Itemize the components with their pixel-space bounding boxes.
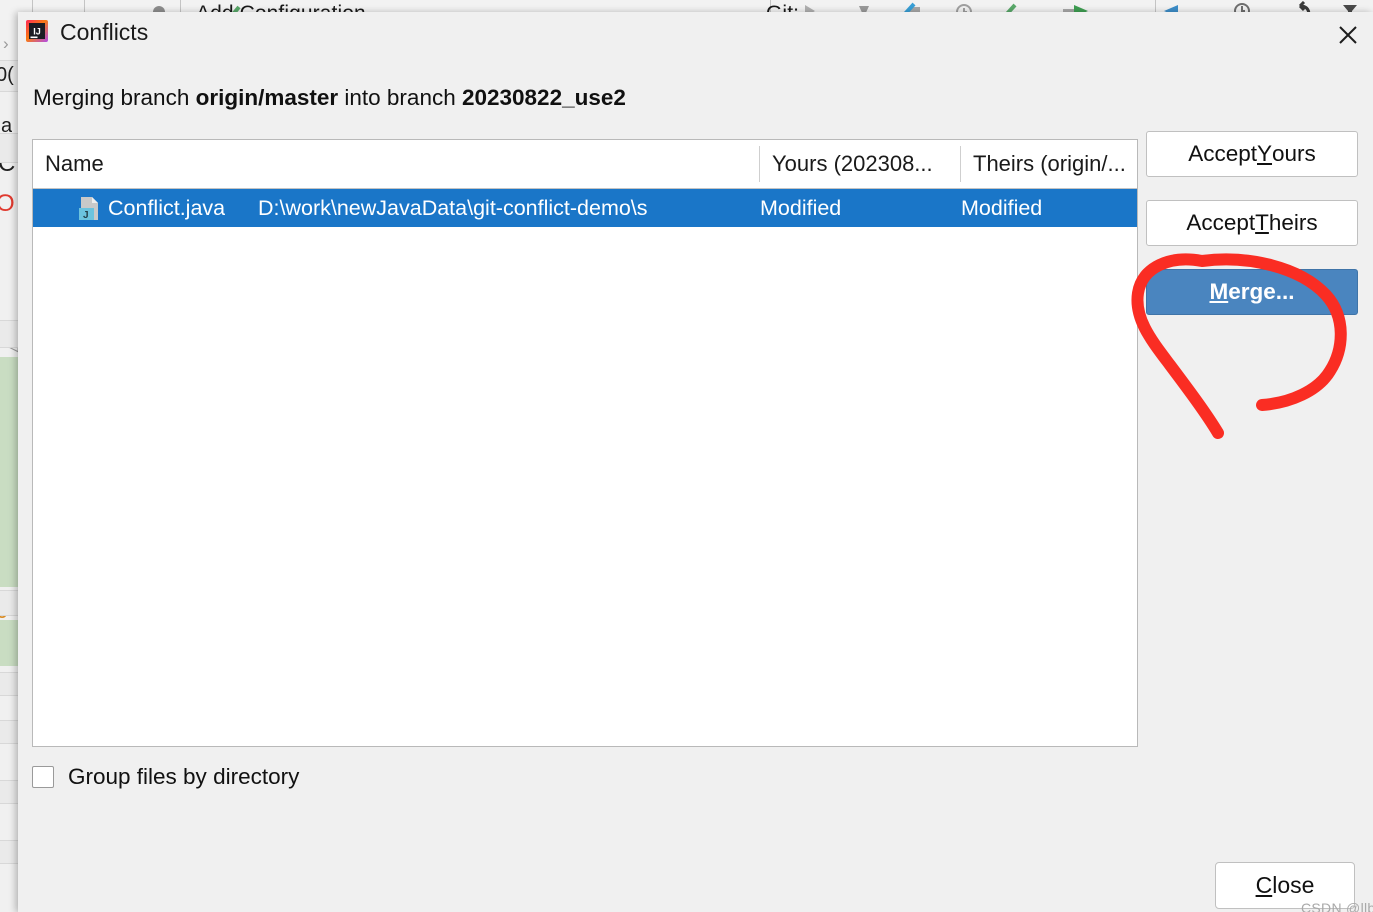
accept-theirs-mnemonic: T: [1255, 210, 1269, 236]
group-files-label: Group files by directory: [68, 764, 299, 790]
svg-text:J: J: [83, 210, 89, 220]
merge-description: Merging branch origin/master into branch…: [33, 85, 626, 111]
java-file-icon: J: [79, 197, 100, 220]
screen: Add Configuration Git:: [0, 0, 1373, 912]
cell-file-name: Conflict.java: [108, 189, 225, 227]
accept-yours-button[interactable]: Accept Yours: [1146, 131, 1358, 177]
dialog-titlebar: IJ Conflicts: [18, 12, 1373, 60]
merge-description-middle: into branch: [338, 85, 462, 110]
merge-mnemonic: M: [1209, 279, 1228, 305]
accept-theirs-button[interactable]: Accept Theirs: [1146, 200, 1358, 246]
merge-button[interactable]: Merge...: [1146, 269, 1358, 315]
column-header-name[interactable]: Name: [33, 140, 759, 188]
table-header-row: Name Yours (202308... Theirs (origin/...: [33, 140, 1137, 189]
accept-yours-label-after: ours: [1272, 141, 1316, 167]
cell-file-path: D:\work\newJavaData\git-conflict-demo\s: [258, 189, 648, 227]
source-branch-name: origin/master: [196, 85, 339, 110]
editor-text-fragment: 0(: [0, 64, 14, 87]
group-files-by-directory-option[interactable]: Group files by directory: [32, 764, 299, 790]
svg-text:IJ: IJ: [33, 27, 41, 37]
conflicts-table[interactable]: Name Yours (202308... Theirs (origin/...…: [32, 139, 1138, 747]
intellij-idea-icon: IJ: [26, 20, 48, 42]
target-branch-name: 20230822_use2: [462, 85, 626, 110]
conflicts-dialog: IJ Conflicts Merging branch origin/maste…: [18, 12, 1373, 912]
chevron-right-icon: ›: [3, 34, 9, 54]
column-header-theirs[interactable]: Theirs (origin/...: [961, 140, 1138, 188]
column-header-yours[interactable]: Yours (202308...: [760, 140, 960, 188]
cell-yours-status: Modified: [760, 189, 841, 227]
editor-text-fragment: O: [0, 190, 15, 218]
merge-label-after: erge...: [1228, 279, 1294, 305]
close-icon[interactable]: [1323, 12, 1373, 57]
accept-theirs-label-before: Accept: [1186, 210, 1255, 236]
group-files-checkbox[interactable]: [32, 766, 54, 788]
cell-theirs-status: Modified: [961, 189, 1042, 227]
watermark: CSDN @llbnk: [1301, 900, 1373, 912]
dialog-title: Conflicts: [60, 20, 148, 44]
close-mnemonic: C: [1256, 872, 1273, 899]
accept-yours-mnemonic: Y: [1257, 141, 1272, 167]
accept-yours-label-before: Accept: [1188, 141, 1257, 167]
accept-theirs-label-after: heirs: [1269, 210, 1318, 236]
action-button-column: Accept Yours Accept Theirs Merge...: [1146, 131, 1358, 315]
table-row[interactable]: J Conflict.java D:\work\newJavaData\git-…: [33, 189, 1137, 227]
close-label-after: lose: [1272, 872, 1314, 899]
merge-description-prefix: Merging branch: [33, 85, 196, 110]
